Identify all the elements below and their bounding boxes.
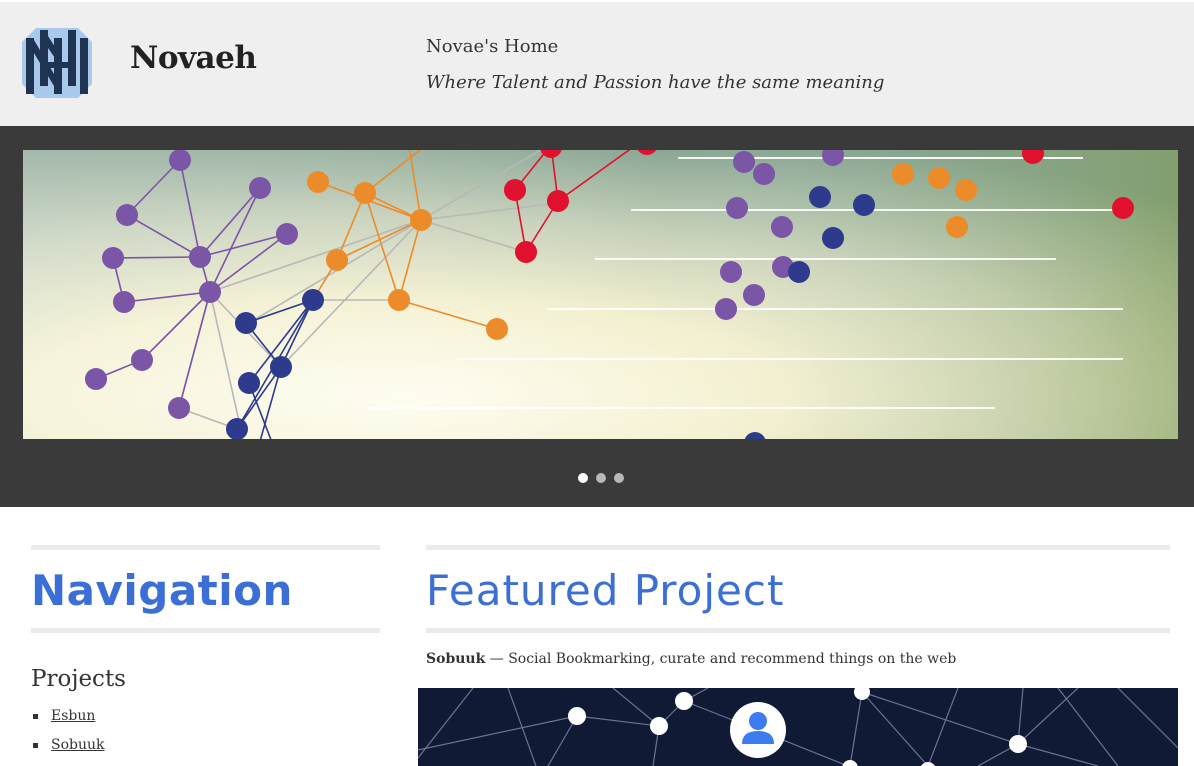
navigation-heading: Navigation bbox=[31, 566, 293, 615]
list-item: Sobuuk bbox=[31, 735, 380, 764]
list-item: Esbun bbox=[31, 706, 380, 735]
site-name[interactable]: Novaeh bbox=[130, 40, 257, 76]
carousel-dot-3[interactable] bbox=[614, 473, 624, 483]
project-link-esbun[interactable]: Esbun bbox=[51, 708, 95, 724]
site-header: Novaeh Novae's Home Where Talent and Pas… bbox=[0, 0, 1194, 126]
tagline: Where Talent and Passion have the same m… bbox=[426, 72, 885, 93]
home-title: Novae's Home bbox=[426, 36, 559, 57]
navigation-sidebar: Navigation Projects Esbun Sobuuk bbox=[31, 545, 380, 764]
divider bbox=[426, 545, 1170, 550]
carousel-dot-1[interactable] bbox=[578, 473, 588, 483]
project-link-sobuuk[interactable]: Sobuuk bbox=[51, 737, 105, 753]
divider bbox=[426, 628, 1170, 633]
carousel-slide-image bbox=[23, 150, 1178, 439]
novaeh-logo-icon[interactable] bbox=[22, 28, 92, 98]
featured-project-name: Sobuuk bbox=[426, 651, 486, 667]
carousel-indicators bbox=[578, 473, 624, 483]
hero-carousel bbox=[0, 126, 1194, 507]
carousel-dot-2[interactable] bbox=[596, 473, 606, 483]
featured-project-section: Featured Project Sobuuk — Social Bookmar… bbox=[426, 545, 1170, 667]
projects-heading: Projects bbox=[31, 666, 126, 692]
network-illustration bbox=[418, 688, 1178, 766]
divider bbox=[31, 628, 380, 633]
featured-project-image[interactable] bbox=[418, 688, 1178, 766]
featured-project-heading: Featured Project bbox=[426, 566, 785, 615]
featured-project-description: Sobuuk — Social Bookmarking, curate and … bbox=[426, 651, 1170, 667]
divider bbox=[31, 545, 380, 550]
projects-list: Esbun Sobuuk bbox=[31, 706, 380, 764]
featured-project-summary: — Social Bookmarking, curate and recomme… bbox=[485, 651, 957, 667]
